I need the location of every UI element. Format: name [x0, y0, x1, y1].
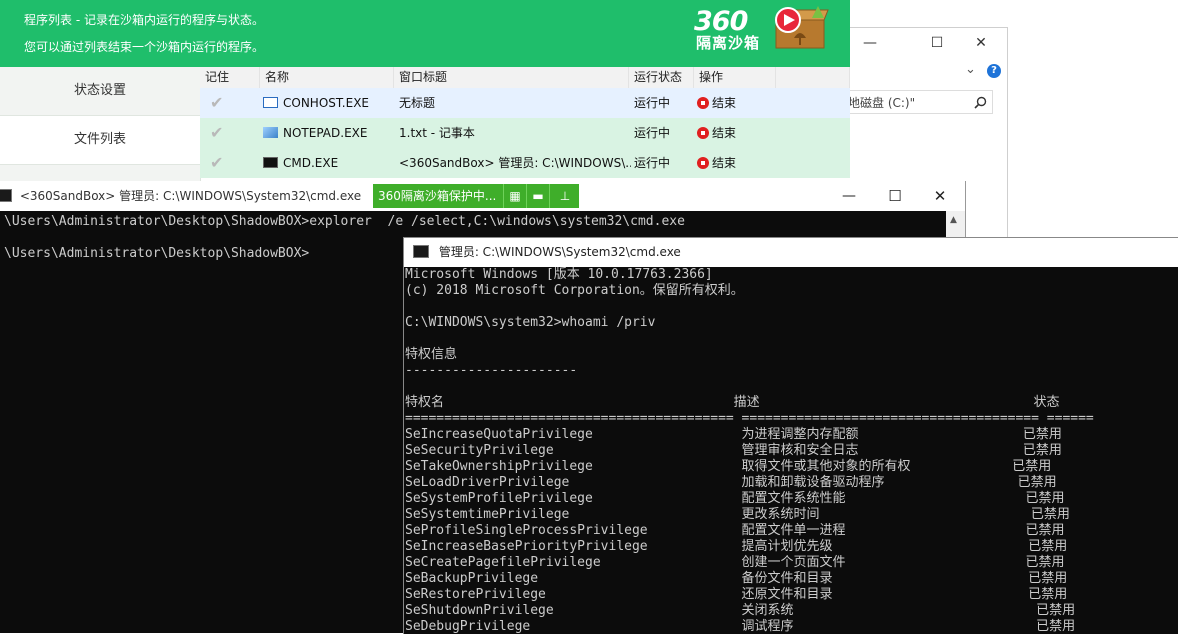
search-icon[interactable]	[974, 96, 987, 109]
header-line-1: 程序列表 - 记录在沙箱内运行的程序与状态。	[24, 13, 264, 27]
run-status: 运行中	[634, 96, 671, 110]
maximize-button[interactable]: ☐	[880, 181, 910, 211]
console-line: SeSecurityPrivilege 管理审核和安全日志 已禁用	[405, 443, 1062, 458]
end-label: 结束	[712, 126, 737, 140]
sidebar-item-file-list[interactable]: 文件列表	[0, 116, 200, 165]
console-line: SeShutdownPrivilege 关闭系统 已禁用	[405, 603, 1076, 618]
column-header-action[interactable]: 操作	[694, 67, 776, 88]
window-icon	[263, 97, 278, 108]
header-line-2: 您可以通过列表结束一个沙箱内运行的程序。	[24, 40, 265, 54]
cmd-icon	[0, 189, 12, 202]
title-bar[interactable]: 管理员: C:\WINDOWS\System32\cmd.exe	[404, 238, 1178, 267]
process-name-text: CMD.EXE	[283, 156, 339, 170]
process-name: NOTEPAD.EXE	[263, 118, 367, 148]
end-process-button[interactable]: 结束	[697, 88, 736, 118]
console-line: SeIncreaseQuotaPrivilege 为进程调整内存配额 已禁用	[405, 427, 1062, 442]
end-process-button[interactable]: 结束	[697, 148, 736, 178]
console-line: SeRestorePrivilege 还原文件和目录 已禁用	[405, 587, 1068, 602]
console-line: SeIncreaseBasePriorityPrivilege 提高计划优先级 …	[405, 539, 1068, 554]
sandbox-box-icon	[774, 6, 829, 49]
sidebar-item-label: 状态设置	[73, 83, 126, 98]
end-label: 结束	[712, 156, 737, 170]
console-line: \Users\Administrator\Desktop\ShadowBOX>e…	[4, 214, 685, 229]
folder-icon[interactable]: ▬	[526, 184, 549, 208]
maximize-button[interactable]: ☐	[922, 32, 952, 54]
console-line: (c) 2018 Microsoft Corporation。保留所有权利。	[405, 283, 744, 298]
table-row[interactable]: ✔ CMD.EXE <360SandBox> 管理员: C:\WINDOWS\.…	[200, 148, 850, 178]
stop-icon	[697, 156, 709, 169]
column-header-status[interactable]: 运行状态	[629, 67, 694, 88]
end-process-button[interactable]: 结束	[697, 118, 736, 148]
console-line: SeProfileSingleProcessPrivilege 配置文件单一进程…	[405, 523, 1065, 538]
close-button[interactable]: ✕	[966, 32, 996, 54]
column-header-name[interactable]: 名称	[260, 67, 394, 88]
search-text: 地磁盘 (C:)"	[848, 96, 916, 110]
window-title: 无标题	[399, 96, 436, 110]
console-line: C:\WINDOWS\system32>whoami /priv	[405, 315, 656, 330]
console-line: SeDebugPrivilege 调试程序 已禁用	[405, 619, 1076, 634]
stop-icon	[697, 96, 709, 109]
window-title: 管理员: C:\WINDOWS\System32\cmd.exe	[438, 245, 681, 259]
cmd-icon	[413, 245, 429, 258]
console-line: SeSystemtimePrivilege 更改系统时间 已禁用	[405, 507, 1070, 522]
console-line: 特权信息	[405, 347, 458, 362]
console-line: ========================================…	[405, 411, 1094, 426]
process-name: CONHOST.EXE	[263, 88, 369, 118]
minimize-button[interactable]: —	[855, 32, 885, 54]
process-name: CMD.EXE	[263, 148, 338, 178]
process-name-text: NOTEPAD.EXE	[283, 126, 368, 140]
help-icon[interactable]: ?	[987, 64, 1001, 78]
badge-text: 360隔离沙箱保护中...	[378, 189, 497, 203]
end-label: 结束	[712, 96, 737, 110]
console-output[interactable]: Microsoft Windows [版本 10.0.17763.2366] (c…	[404, 267, 1178, 634]
console-line: Microsoft Windows [版本 10.0.17763.2366]	[405, 267, 713, 282]
minimize-button[interactable]: —	[834, 181, 864, 211]
console-line: ----------------------	[405, 363, 578, 378]
cmd-icon	[263, 157, 278, 168]
admin-cmd-window: 管理员: C:\WINDOWS\System32\cmd.exe Microso…	[403, 237, 1178, 634]
console-line: SeLoadDriverPrivilege 加载和卸载设备驱动程序 已禁用	[405, 475, 1057, 490]
checkmark-icon[interactable]: ✔	[210, 118, 223, 148]
window-title: <360SandBox> 管理员: C:\WINDOWS\System32\cm…	[19, 189, 362, 203]
column-header-empty	[776, 67, 850, 88]
logo-text: 隔离沙箱	[696, 34, 761, 52]
pin-icon[interactable]: ⊥	[549, 184, 580, 208]
stop-icon	[697, 126, 709, 139]
console-line: SeSystemProfilePrivilege 配置文件系统性能 已禁用	[405, 491, 1065, 506]
table-row[interactable]: ✔ CONHOST.EXE 无标题 运行中 结束	[200, 88, 850, 118]
window-title: 1.txt - 记事本	[399, 126, 475, 140]
title-bar[interactable]: <360SandBox> 管理员: C:\WINDOWS\System32\cm…	[0, 181, 965, 211]
sandbox-window: 程序列表 - 记录在沙箱内运行的程序与状态。 您可以通过列表结束一个沙箱内运行的…	[0, 0, 850, 200]
console-line: 特权名 描述 状态	[405, 395, 1060, 410]
checkmark-icon[interactable]: ✔	[210, 148, 223, 178]
scroll-up-icon[interactable]: ▲	[950, 215, 957, 225]
close-button[interactable]: ✕	[925, 181, 955, 211]
sandbox-header: 程序列表 - 记录在沙箱内运行的程序与状态。 您可以通过列表结束一个沙箱内运行的…	[0, 0, 850, 67]
process-name-text: CONHOST.EXE	[283, 96, 369, 110]
console-line: \Users\Administrator\Desktop\ShadowBOX>	[4, 246, 310, 261]
notepad-icon	[263, 127, 278, 138]
window-title: <360SandBox> 管理员: C:\WINDOWS\...	[399, 156, 631, 170]
table-row[interactable]: ✔ NOTEPAD.EXE 1.txt - 记事本 运行中 结束	[200, 118, 850, 148]
chevron-down-icon[interactable]: ⌄	[965, 62, 976, 77]
run-status: 运行中	[634, 156, 671, 170]
sidebar-item-status-settings[interactable]: 状态设置	[0, 67, 200, 116]
console-line: SeBackupPrivilege 备份文件和目录 已禁用	[405, 571, 1068, 586]
console-line: SeCreatePagefilePrivilege 创建一个页面文件 已禁用	[405, 555, 1065, 570]
console-line: SeTakeOwnershipPrivilege 取得文件或其他对象的所有权 已…	[405, 459, 1052, 474]
column-header-remember[interactable]: 记住	[200, 67, 260, 88]
column-header-window-title[interactable]: 窗口标题	[394, 67, 629, 88]
checkmark-icon[interactable]: ✔	[210, 88, 223, 118]
sandbox-icon[interactable]: ▦	[503, 184, 526, 208]
sidebar-item-label: 文件列表	[73, 132, 126, 147]
sandbox-protection-badge: 360隔离沙箱保护中... ▦ ▬ ⊥	[373, 184, 579, 208]
run-status: 运行中	[634, 126, 671, 140]
